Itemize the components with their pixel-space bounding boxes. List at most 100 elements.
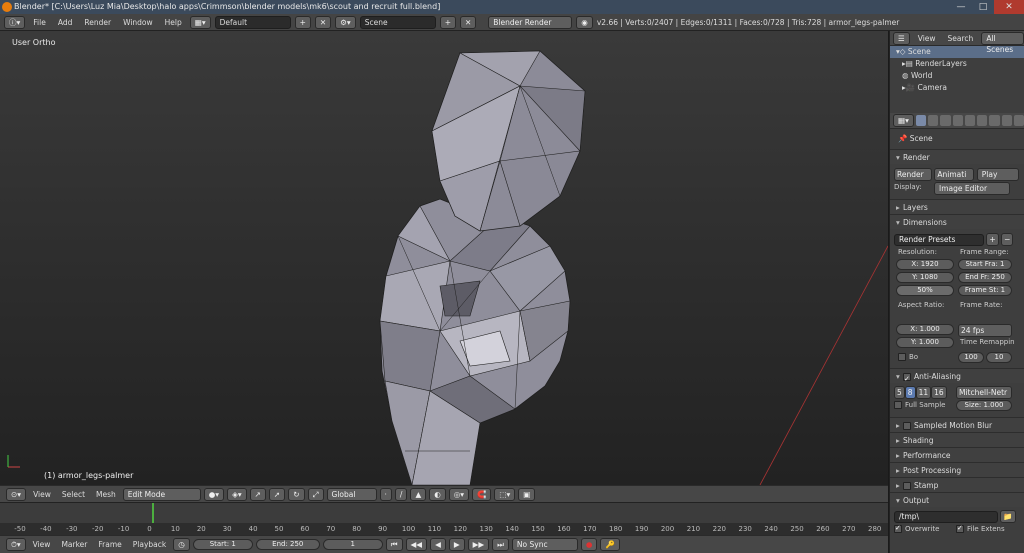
output-path-field[interactable]: /tmp\ bbox=[894, 511, 998, 523]
mode-dropdown[interactable]: Edit Mode bbox=[122, 487, 201, 501]
jump-end-icon[interactable]: ⏭ bbox=[492, 538, 509, 551]
current-frame-field[interactable]: 1 bbox=[322, 539, 383, 550]
performance-panel-header[interactable]: ▸ Performance bbox=[890, 447, 1024, 462]
play-button[interactable]: Play bbox=[976, 168, 1019, 181]
aa-sample-11[interactable]: 11 bbox=[915, 386, 932, 399]
border-checkbox[interactable]: Bo bbox=[898, 352, 918, 361]
sync-dropdown[interactable]: No Sync bbox=[511, 538, 578, 551]
menu-add[interactable]: Add bbox=[54, 18, 77, 27]
menu-playback[interactable]: Playback bbox=[129, 540, 170, 549]
pin-icon[interactable]: 📌 bbox=[898, 134, 910, 143]
play-icon[interactable]: ▶ bbox=[448, 538, 465, 551]
pivot-icon[interactable]: ◈▾ bbox=[227, 487, 247, 501]
outliner-view-menu[interactable]: View bbox=[914, 34, 940, 43]
close-button[interactable]: ✕ bbox=[994, 0, 1024, 14]
menu-select[interactable]: Select bbox=[58, 490, 89, 499]
remove-preset-icon[interactable]: − bbox=[1001, 233, 1014, 246]
world-tab-icon[interactable] bbox=[952, 115, 963, 126]
editor-type-timeline-icon[interactable]: ⏱▾ bbox=[6, 538, 26, 551]
next-keyframe-icon[interactable]: ▶▶ bbox=[467, 538, 490, 551]
file-extensions-checkbox[interactable]: File Extens bbox=[956, 524, 1005, 533]
translate-icon[interactable]: ➚ bbox=[268, 487, 286, 501]
scene-field[interactable]: Scene bbox=[359, 15, 436, 29]
post-processing-panel-header[interactable]: ▸ Post Processing bbox=[890, 462, 1024, 477]
aa-sample-8[interactable]: 8 bbox=[904, 386, 916, 399]
orientation-dropdown[interactable]: Global bbox=[326, 487, 377, 501]
snap-target-icon[interactable]: ⬚▾ bbox=[494, 487, 516, 501]
remove-layout-icon[interactable]: ✕ bbox=[314, 15, 332, 29]
remove-scene-icon[interactable]: ✕ bbox=[460, 15, 477, 29]
limit-selection-icon[interactable]: ◐ bbox=[429, 487, 446, 501]
add-layout-icon[interactable]: + bbox=[294, 15, 311, 29]
menu-frame[interactable]: Frame bbox=[94, 540, 125, 549]
animation-button[interactable]: Animati bbox=[934, 168, 975, 181]
output-panel-header[interactable]: ▾ Output bbox=[890, 492, 1024, 507]
outliner-search-menu[interactable]: Search bbox=[944, 34, 978, 43]
layout-grid-icon[interactable]: ▦▾ bbox=[189, 15, 211, 29]
aa-sample-16[interactable]: 16 bbox=[931, 386, 947, 399]
vertex-select-icon[interactable]: · bbox=[379, 487, 392, 501]
shading-solid-icon[interactable]: ●▾ bbox=[203, 487, 225, 501]
constraints-tab-icon[interactable] bbox=[977, 115, 988, 126]
editor-type-3dview-icon[interactable]: ⊙▾ bbox=[6, 487, 27, 501]
timeline-area[interactable]: -50 -40 -30 -20 -10 0 10 20 30 40 50 60 70 80 90 100 110… bbox=[0, 502, 888, 536]
renderlayers-tab-icon[interactable] bbox=[928, 115, 939, 126]
proportional-edit-icon[interactable]: ◎▾ bbox=[448, 487, 470, 501]
start-frame-prop[interactable]: Start Fra: 1 bbox=[958, 259, 1012, 270]
aa-size-field[interactable]: Size: 1.000 bbox=[956, 400, 1012, 411]
keying-set-icon[interactable]: 🔑 bbox=[600, 538, 620, 551]
scale-icon[interactable]: ⤢ bbox=[307, 487, 324, 501]
menu-render[interactable]: Render bbox=[80, 18, 115, 27]
menu-window[interactable]: Window bbox=[119, 18, 157, 27]
outliner-filter-dropdown[interactable]: All Scenes bbox=[981, 31, 1024, 54]
editor-type-info-icon[interactable]: ⓘ▾ bbox=[4, 15, 26, 29]
render-presets-dropdown[interactable]: Render Presets bbox=[894, 234, 984, 246]
remap-old-field[interactable]: 100 bbox=[958, 352, 984, 363]
3d-viewport[interactable]: User Ortho (1) armor_legs-palmer bbox=[0, 31, 888, 485]
material-tab-icon[interactable] bbox=[1013, 115, 1024, 126]
resolution-percent-field[interactable]: 50% bbox=[896, 285, 954, 296]
render-engine-dropdown[interactable]: Blender Render bbox=[488, 15, 573, 29]
aa-sample-5[interactable]: 5 bbox=[894, 386, 905, 399]
frame-rate-dropdown[interactable]: 24 fps bbox=[958, 324, 1012, 337]
menu-mesh[interactable]: Mesh bbox=[92, 490, 120, 499]
menu-file[interactable]: File bbox=[29, 18, 50, 27]
object-tab-icon[interactable] bbox=[964, 115, 976, 126]
folder-icon[interactable]: 📁 bbox=[1000, 510, 1016, 523]
play-reverse-icon[interactable]: ◀ bbox=[430, 538, 446, 551]
rotate-icon[interactable]: ↻ bbox=[288, 487, 305, 501]
menu-view-timeline[interactable]: View bbox=[29, 540, 55, 549]
editor-type-outliner-icon[interactable]: ☰ bbox=[893, 31, 910, 45]
full-sample-checkbox[interactable]: Full Sample bbox=[894, 400, 945, 409]
aa-filter-dropdown[interactable]: Mitchell-Netr bbox=[956, 386, 1012, 399]
render-panel-header[interactable]: ▾ Render bbox=[890, 149, 1024, 164]
stamp-panel-header[interactable]: ▸ Stamp bbox=[890, 477, 1024, 492]
render-preview-icon[interactable]: ▣ bbox=[518, 487, 536, 501]
data-tab-icon[interactable] bbox=[1001, 115, 1012, 126]
start-frame-field[interactable]: Start: 1 bbox=[192, 539, 253, 550]
layers-panel-header[interactable]: ▸ Layers bbox=[890, 199, 1024, 214]
snap-icon[interactable]: 🧲 bbox=[472, 487, 492, 501]
end-frame-prop[interactable]: End Fr: 250 bbox=[958, 272, 1012, 283]
aspect-x-field[interactable]: X: 1.000 bbox=[896, 324, 954, 335]
menu-help[interactable]: Help bbox=[161, 18, 186, 27]
outliner-item-world[interactable]: ◍ World bbox=[890, 70, 1024, 82]
overwrite-checkbox[interactable]: Overwrite bbox=[894, 524, 939, 533]
outliner-item-renderlayers[interactable]: ▸▤ RenderLayers bbox=[890, 58, 1024, 70]
resolution-x-field[interactable]: X: 1920 bbox=[896, 259, 954, 270]
remap-new-field[interactable]: 10 bbox=[986, 352, 1012, 363]
end-frame-field[interactable]: End: 250 bbox=[255, 539, 320, 550]
add-scene-icon[interactable]: + bbox=[439, 15, 456, 29]
face-select-icon[interactable]: ▲ bbox=[410, 487, 427, 501]
aspect-y-field[interactable]: Y: 1.000 bbox=[896, 337, 954, 348]
shading-panel-header[interactable]: ▸ Shading bbox=[890, 432, 1024, 447]
motion-blur-panel-header[interactable]: ▸ Sampled Motion Blur bbox=[890, 417, 1024, 432]
scene-icon[interactable]: ⚙▾ bbox=[335, 15, 356, 29]
manipulator-icon[interactable]: ↗ bbox=[249, 487, 266, 501]
menu-marker[interactable]: Marker bbox=[57, 540, 91, 549]
modifiers-tab-icon[interactable] bbox=[989, 115, 1000, 126]
anti-aliasing-panel-header[interactable]: ▾Anti-Aliasing bbox=[890, 368, 1024, 383]
jump-start-icon[interactable]: ⏮ bbox=[385, 538, 403, 551]
resolution-y-field[interactable]: Y: 1080 bbox=[896, 272, 954, 283]
screen-layout-field[interactable]: Default bbox=[214, 15, 291, 29]
